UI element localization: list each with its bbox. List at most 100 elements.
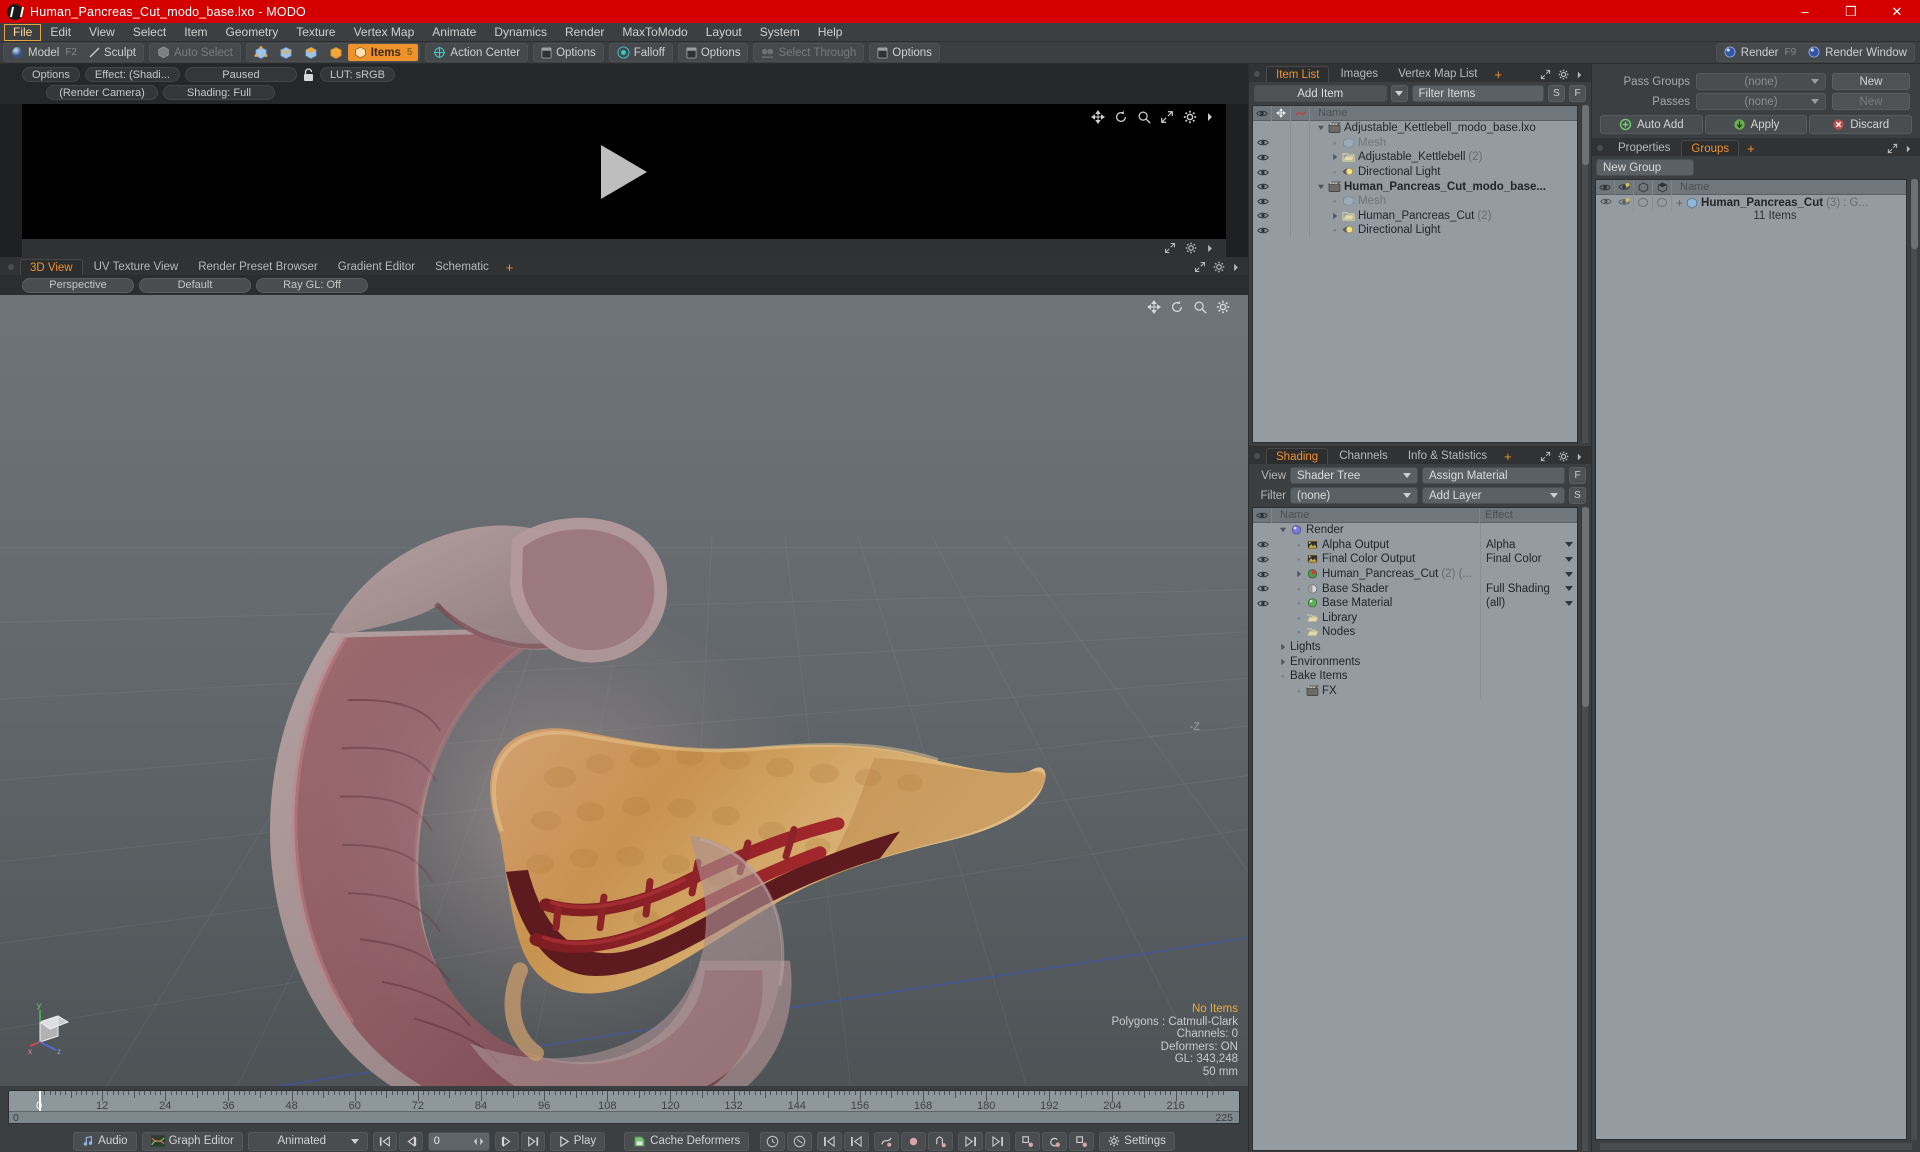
- prev-key-2-button[interactable]: [844, 1131, 870, 1151]
- chevron-right-icon[interactable]: [1278, 658, 1287, 666]
- tab-images[interactable]: Images: [1331, 66, 1388, 82]
- menu-item-help[interactable]: Help: [809, 24, 852, 41]
- shader-row-effect[interactable]: Alpha: [1480, 537, 1577, 553]
- shader-tree-row[interactable]: Environments: [1253, 654, 1577, 669]
- shading-filter-dropdown[interactable]: (none): [1290, 487, 1418, 504]
- delete-key-button[interactable]: [928, 1131, 954, 1151]
- row-visibility-toggle[interactable]: [1253, 570, 1272, 579]
- row-visibility-toggle[interactable]: [1253, 168, 1272, 177]
- zoom-icon[interactable]: [1137, 110, 1151, 124]
- add-item-button[interactable]: Add Item: [1254, 85, 1387, 102]
- chevron-right-icon[interactable]: [1206, 243, 1214, 254]
- preview-camera-button[interactable]: (Render Camera): [46, 85, 158, 100]
- render-window-button[interactable]: Render Window: [1802, 44, 1913, 61]
- row-visibility-toggle[interactable]: [1253, 540, 1272, 549]
- go-to-end-button[interactable]: [520, 1131, 545, 1151]
- key-scale-button[interactable]: [1069, 1131, 1095, 1151]
- panel-grip-icon[interactable]: [8, 264, 14, 270]
- auto-key-button[interactable]: [760, 1131, 786, 1151]
- menu-item-view[interactable]: View: [80, 24, 124, 41]
- fit-icon[interactable]: [1887, 143, 1898, 154]
- fit-icon[interactable]: [1540, 69, 1551, 80]
- item-list-scrollbar[interactable]: [1581, 105, 1589, 443]
- item-list-tab-add[interactable]: +: [1488, 66, 1508, 82]
- material-mode-button[interactable]: [323, 44, 348, 61]
- preview-effect-button[interactable]: Effect: (Shadi...: [84, 67, 180, 82]
- menu-item-dynamics[interactable]: Dynamics: [485, 24, 556, 41]
- preview-options-button[interactable]: Options: [22, 67, 80, 82]
- tab-channels[interactable]: Channels: [1330, 448, 1397, 464]
- preview-shading-button[interactable]: Shading: Full: [163, 85, 275, 100]
- item-list-row[interactable]: Adjustable_Kettlebell (2): [1253, 150, 1577, 165]
- shader-tree-row[interactable]: Nodes: [1253, 625, 1577, 640]
- chevron-right-icon[interactable]: [1278, 643, 1287, 651]
- row-deform-cell[interactable]: [1291, 208, 1310, 224]
- chevron-right-icon[interactable]: [1330, 212, 1339, 220]
- shader-tree-scrollbar[interactable]: [1581, 507, 1589, 1151]
- menu-item-render[interactable]: Render: [556, 24, 613, 41]
- close-button[interactable]: ✕: [1874, 0, 1920, 23]
- row-visibility-toggle[interactable]: [1253, 153, 1272, 162]
- select-through-options-button[interactable]: Options: [871, 44, 938, 61]
- shader-tree-row[interactable]: Human_Pancreas_Cut (2) (...: [1253, 566, 1577, 582]
- rotate-icon[interactable]: [1114, 110, 1128, 124]
- shading-s-button[interactable]: S: [1569, 487, 1586, 504]
- auto-add-button[interactable]: Auto Add: [1600, 115, 1703, 134]
- item-list-row[interactable]: Mesh: [1253, 135, 1577, 151]
- zoom-icon[interactable]: [1193, 300, 1207, 314]
- model-mode-button[interactable]: Model F2: [5, 44, 83, 61]
- timeline-playhead[interactable]: [39, 1091, 41, 1113]
- discard-button[interactable]: Discard: [1809, 115, 1913, 134]
- tab-uv-texture-view[interactable]: UV Texture View: [84, 259, 188, 275]
- row-shading-toggle[interactable]: [1615, 196, 1634, 211]
- tab-render-preset-browser[interactable]: Render Preset Browser: [189, 259, 327, 275]
- shader-row-effect[interactable]: Full Shading: [1480, 581, 1577, 596]
- filter-s-button[interactable]: S: [1548, 85, 1565, 102]
- key-move-button[interactable]: [1015, 1131, 1041, 1151]
- item-list-row[interactable]: Directional Light: [1253, 223, 1577, 238]
- shader-row-effect[interactable]: [1480, 566, 1577, 582]
- gear-icon[interactable]: [1558, 69, 1569, 80]
- row-lock-cell[interactable]: [1272, 193, 1291, 209]
- create-key-curve-button[interactable]: [874, 1131, 900, 1151]
- tab-groups[interactable]: Groups: [1681, 140, 1740, 156]
- shading-f-button[interactable]: F: [1569, 467, 1586, 484]
- passes-dropdown[interactable]: (none): [1696, 93, 1826, 110]
- vertex-mode-button[interactable]: [248, 44, 273, 61]
- row-wireframe-checkbox[interactable]: [1634, 196, 1653, 211]
- edge-mode-button[interactable]: [273, 44, 298, 61]
- filter-items-input[interactable]: Filter Items: [1411, 85, 1544, 102]
- groups-tree[interactable]: Name + Human_Pancreas_Cut (3): G... 11 …: [1595, 179, 1907, 1140]
- row-visibility-toggle[interactable]: [1253, 182, 1272, 191]
- row-visibility-toggle[interactable]: [1253, 138, 1272, 147]
- go-to-start-button[interactable]: [372, 1131, 397, 1151]
- gear-icon[interactable]: [1558, 451, 1569, 462]
- key-mode-button[interactable]: [787, 1131, 813, 1151]
- panel-grip-icon[interactable]: [1597, 145, 1603, 151]
- animation-mode-dropdown[interactable]: Animated: [247, 1131, 368, 1151]
- row-solid-checkbox[interactable]: [1653, 196, 1672, 211]
- shader-row-effect[interactable]: (all): [1480, 595, 1577, 611]
- menu-item-layout[interactable]: Layout: [697, 24, 751, 41]
- viewport-tab-add[interactable]: +: [500, 259, 520, 275]
- item-list-row[interactable]: Human_Pancreas_Cut (2): [1253, 208, 1577, 224]
- row-deform-cell[interactable]: [1291, 135, 1310, 151]
- gear-icon[interactable]: [1183, 110, 1197, 124]
- row-lock-cell[interactable]: [1272, 164, 1291, 180]
- falloff-button[interactable]: Falloff: [611, 44, 671, 61]
- menu-item-item[interactable]: Item: [175, 24, 216, 41]
- chevron-down-icon[interactable]: [1316, 124, 1325, 132]
- step-forward-button[interactable]: [494, 1131, 519, 1151]
- graph-editor-button[interactable]: Graph Editor: [141, 1131, 243, 1151]
- tab-vertex-map-list[interactable]: Vertex Map List: [1389, 66, 1487, 82]
- action-options-button[interactable]: Options: [535, 44, 602, 61]
- shader-tree-row[interactable]: Base Shader Full Shading: [1253, 581, 1577, 596]
- row-deform-cell[interactable]: [1291, 223, 1310, 238]
- shader-tree-row[interactable]: Render: [1253, 523, 1577, 538]
- preview-lock-icon[interactable]: [302, 67, 315, 82]
- chevron-down-icon[interactable]: [1278, 526, 1287, 534]
- row-lock-cell[interactable]: [1272, 179, 1291, 194]
- shader-tree-row[interactable]: Lights: [1253, 639, 1577, 655]
- fit-icon[interactable]: [1164, 242, 1176, 254]
- chevron-right-icon[interactable]: [1576, 70, 1583, 80]
